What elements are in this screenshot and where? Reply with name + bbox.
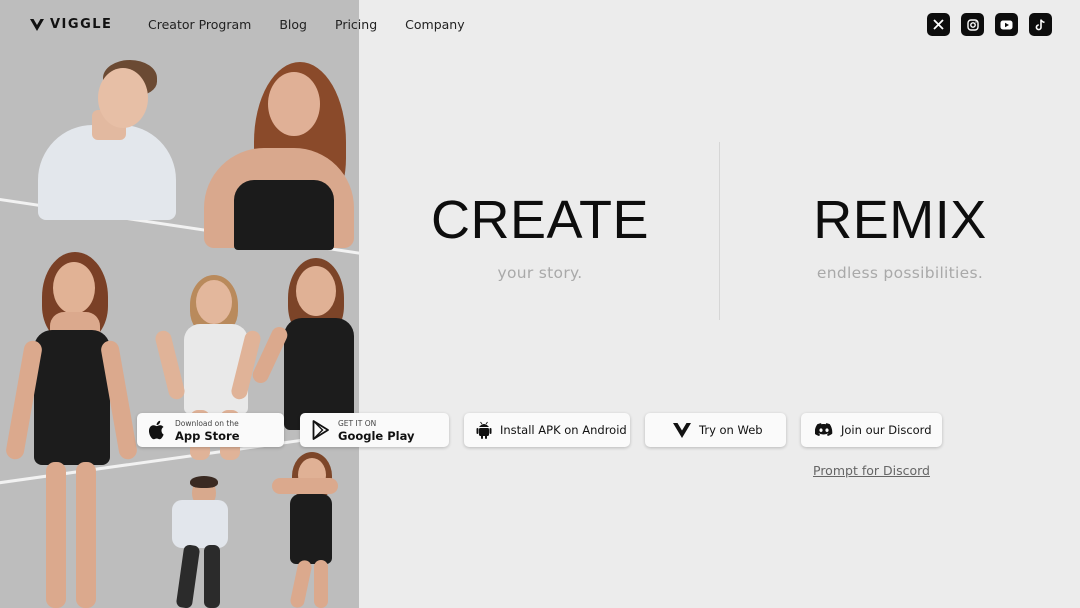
nav-link-creator-program[interactable]: Creator Program xyxy=(148,17,251,32)
nav-link-blog[interactable]: Blog xyxy=(279,17,307,32)
logo-text: VIGGLE xyxy=(50,17,113,32)
google-play-icon xyxy=(312,420,329,440)
prompt-for-discord-link[interactable]: Prompt for Discord xyxy=(813,463,930,478)
youtube-icon[interactable] xyxy=(995,13,1018,36)
hero-subtitle-create: your story. xyxy=(497,264,583,282)
nav-link-company[interactable]: Company xyxy=(405,17,464,32)
hero-divider xyxy=(719,142,720,320)
google-play-button[interactable]: GET IT ON Google Play xyxy=(300,413,449,447)
join-discord-button[interactable]: Join our Discord xyxy=(801,413,942,447)
app-store-label: App Store xyxy=(175,429,240,443)
nav-link-pricing[interactable]: Pricing xyxy=(335,17,377,32)
x-icon[interactable] xyxy=(927,13,950,36)
join-discord-label: Join our Discord xyxy=(841,423,932,437)
hero-title-remix: REMIX xyxy=(813,190,987,250)
instagram-icon[interactable] xyxy=(961,13,984,36)
try-on-web-button[interactable]: Try on Web xyxy=(645,413,786,447)
viggle-logo-icon xyxy=(30,18,44,31)
social-links xyxy=(927,13,1052,36)
install-apk-label: Install APK on Android xyxy=(500,423,627,437)
android-icon xyxy=(476,421,492,439)
viggle-v-icon xyxy=(673,422,691,438)
viggle-logo[interactable]: VIGGLE xyxy=(30,17,112,32)
discord-icon xyxy=(815,423,833,436)
google-play-label: Google Play xyxy=(338,429,415,443)
nav-links: Creator Program Blog Pricing Company xyxy=(148,17,465,32)
tiktok-icon[interactable] xyxy=(1029,13,1052,36)
hero-collage-image xyxy=(0,0,359,608)
hero-subtitle-remix: endless possibilities. xyxy=(816,264,984,282)
install-apk-button[interactable]: Install APK on Android xyxy=(464,413,630,447)
apple-icon xyxy=(149,420,164,440)
top-navigation: VIGGLE Creator Program Blog Pricing Comp… xyxy=(0,0,1080,50)
try-on-web-label: Try on Web xyxy=(699,423,763,437)
app-store-button[interactable]: Download on the App Store xyxy=(137,413,284,447)
hero-title-create: CREATE xyxy=(430,190,650,250)
hero-remix-column: REMIX endless possibilities. xyxy=(780,190,1020,282)
hero-create-column: CREATE your story. xyxy=(420,190,660,282)
